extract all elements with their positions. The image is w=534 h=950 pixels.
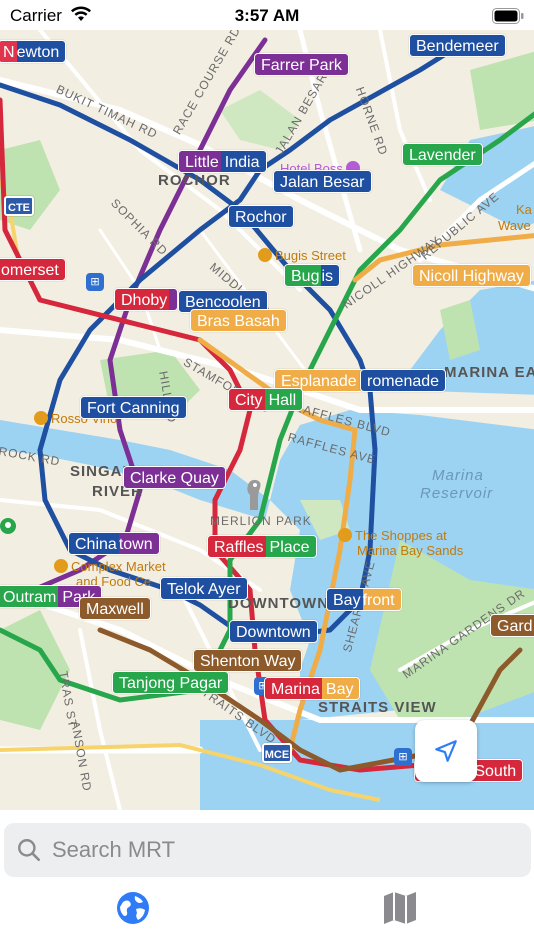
poi-complex-market[interactable]: Complex Market [54, 559, 166, 574]
train-station-icon: ⊞ [394, 748, 412, 766]
area-label-rochor: ROCHOR [158, 172, 231, 189]
area-label-marina-east: MARINA EAST [444, 364, 534, 381]
area-label-reservoir: Reservoir [420, 485, 494, 502]
tab-map[interactable] [113, 888, 153, 928]
search-bar[interactable] [4, 823, 531, 877]
station-maxwell[interactable]: Maxwell [79, 597, 151, 620]
station-bendemeer[interactable]: Bendemeer [409, 34, 506, 57]
search-icon [18, 839, 41, 862]
shopping-icon [258, 248, 272, 262]
station-dhoby-ghaut[interactable]: Dhoby [114, 288, 178, 311]
station-somerset[interactable]: omerset [0, 258, 66, 281]
station-lavender[interactable]: Lavender [402, 143, 483, 166]
map-icon [384, 892, 416, 924]
merlion-icon [247, 479, 261, 510]
station-little-india[interactable]: Little India [178, 150, 267, 173]
station-jalan-besar[interactable]: Jalan Besar [273, 170, 372, 193]
poi-shoppes-line2: Marina Bay Sands [357, 543, 464, 558]
station-tanjong-pagar[interactable]: Tanjong Pagar [112, 671, 230, 694]
location-arrow-icon [435, 740, 457, 762]
area-label-straits-view: STRAITS VIEW [318, 699, 437, 716]
station-raffles-place[interactable]: Raffles Place [207, 535, 317, 558]
restaurant-icon [34, 411, 48, 425]
station-shenton-way[interactable]: Shenton Way [193, 649, 303, 672]
food-icon [54, 559, 68, 573]
expressway-shield-mce: MCE [262, 743, 292, 763]
station-bras-basah[interactable]: Bras Basah [190, 309, 287, 332]
station-clarke-quay[interactable]: Clarke Quay [123, 466, 226, 489]
poi-bugis-street[interactable]: Bugis Street [258, 248, 346, 263]
station-city-hall[interactable]: City Hall [228, 388, 304, 411]
station-bayfront[interactable]: Bay front [326, 588, 402, 611]
mrt-map[interactable]: ROCHOR SINGAPORE RIVER MERLION PARK DOWN… [0, 30, 534, 810]
station-rochor[interactable]: Rochor [228, 205, 294, 228]
locate-me-button[interactable] [415, 720, 477, 782]
shopping-icon [338, 528, 352, 542]
station-bugis[interactable]: Bug is [284, 264, 341, 287]
battery-icon [492, 8, 524, 24]
station-gardens-by-the-bay[interactable]: Gard [490, 614, 534, 637]
station-telok-ayer[interactable]: Telok Ayer [160, 577, 248, 600]
station-chinatown[interactable]: China town [68, 532, 160, 555]
train-station-icon: ⊞ [86, 273, 104, 291]
expressway-shield-cte: CTE [4, 196, 34, 216]
search-input[interactable] [52, 837, 492, 863]
station-nicoll-highway[interactable]: Nicoll Highway [412, 264, 531, 287]
station-marina-bay[interactable]: Marina Bay [264, 677, 361, 700]
station-farrer-park[interactable]: Farrer Park [254, 53, 349, 76]
station-fort-canning[interactable]: Fort Canning [80, 396, 187, 419]
park-icon [0, 518, 16, 534]
area-label-merlion-park: MERLION PARK [210, 514, 312, 528]
station-downtown[interactable]: Downtown [229, 620, 318, 643]
poi-kallang-wave-1: Ka [516, 202, 532, 217]
tab-lines[interactable] [380, 888, 420, 928]
clock: 3:57 AM [234, 6, 300, 25]
status-bar: Carrier 3:57 AM [0, 0, 534, 30]
tab-bar [0, 882, 534, 950]
station-promenade[interactable]: romenade [360, 369, 447, 392]
poi-kallang-wave-2: Wave [498, 218, 531, 233]
area-label-marina: Marina [432, 467, 484, 484]
poi-shoppes[interactable]: The Shoppes at [338, 528, 447, 543]
globe-icon [117, 892, 149, 924]
station-newton[interactable]: Newton [0, 40, 67, 63]
